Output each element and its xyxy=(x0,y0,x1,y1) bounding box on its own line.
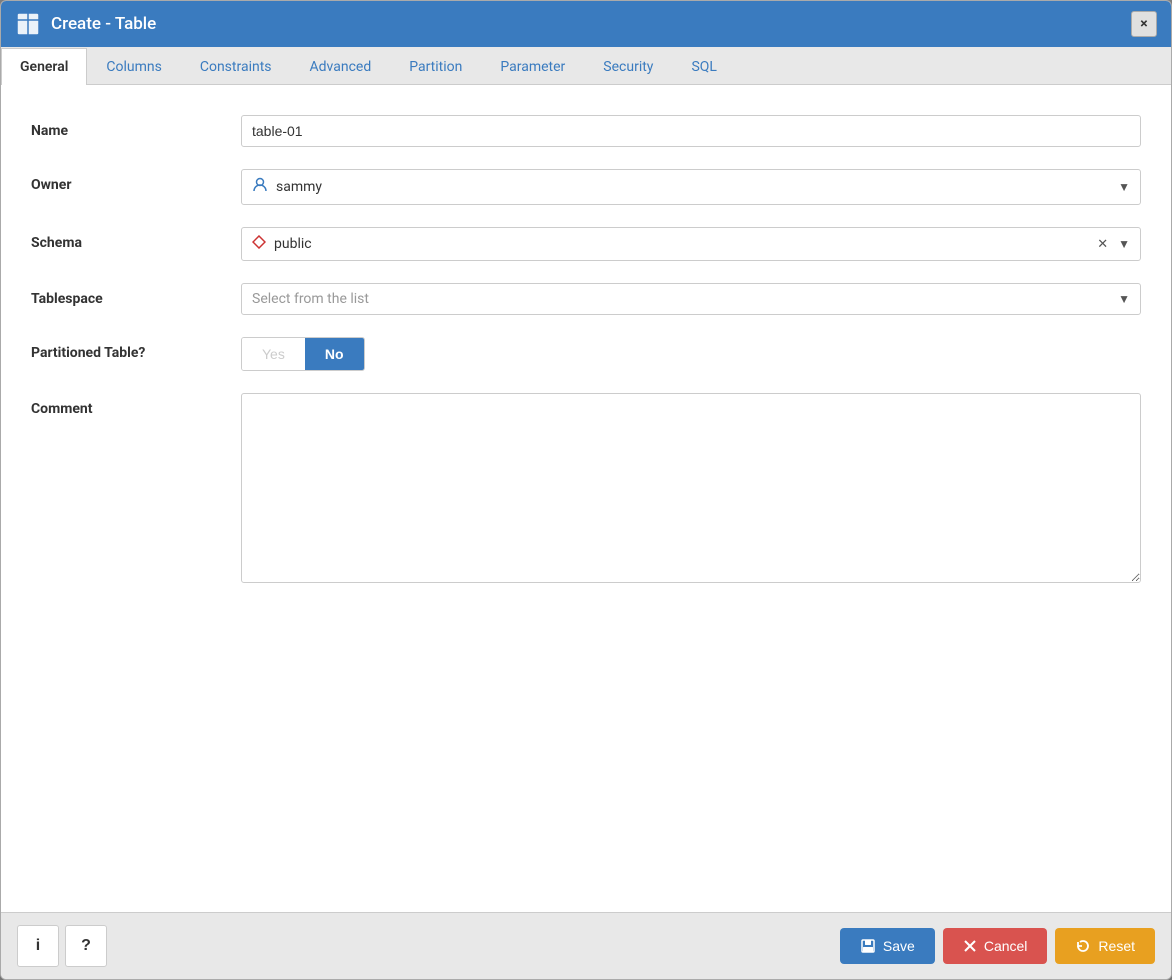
title-bar: Create - Table × xyxy=(1,1,1171,47)
save-button[interactable]: Save xyxy=(840,928,935,964)
name-input[interactable] xyxy=(241,115,1141,147)
comment-label: Comment xyxy=(31,393,241,417)
save-icon xyxy=(860,938,876,954)
cancel-icon xyxy=(963,939,977,953)
partitioned-toggle: Yes No xyxy=(241,337,365,371)
schema-icon xyxy=(252,235,266,253)
owner-row: Owner sammy ▼ xyxy=(31,169,1141,205)
owner-select[interactable]: sammy ▼ xyxy=(241,169,1141,205)
footer-right-buttons: Save Cancel Reset xyxy=(840,928,1155,964)
toggle-no-button[interactable]: No xyxy=(305,338,364,370)
name-control-wrap xyxy=(241,115,1141,147)
dialog-title: Create - Table xyxy=(51,14,156,34)
toggle-yes-button[interactable]: Yes xyxy=(242,338,305,370)
create-table-dialog: Create - Table × General Columns Constra… xyxy=(0,0,1172,980)
comment-row: Comment xyxy=(31,393,1141,587)
tab-sql[interactable]: SQL xyxy=(672,48,735,85)
schema-control-wrap: public ✕ ▼ xyxy=(241,227,1141,261)
tabs-container: General Columns Constraints Advanced Par… xyxy=(1,47,1171,85)
owner-control-wrap: sammy ▼ xyxy=(241,169,1141,205)
close-button[interactable]: × xyxy=(1131,11,1157,37)
tab-columns[interactable]: Columns xyxy=(87,48,180,85)
schema-clear-button[interactable]: ✕ xyxy=(1095,237,1110,252)
tablespace-control-wrap: Select from the list ▼ xyxy=(241,283,1141,315)
name-row: Name xyxy=(31,115,1141,147)
tablespace-dropdown-arrow: ▼ xyxy=(1118,292,1130,306)
tab-constraints[interactable]: Constraints xyxy=(181,48,291,85)
reset-icon xyxy=(1075,938,1091,954)
partitioned-label: Partitioned Table? xyxy=(31,337,241,361)
name-label: Name xyxy=(31,115,241,139)
tab-parameter[interactable]: Parameter xyxy=(481,48,584,85)
title-bar-left: Create - Table xyxy=(15,11,156,37)
form-content: Name Owner sammy ▼ xyxy=(1,85,1171,912)
info-button[interactable]: i xyxy=(17,925,59,967)
tab-general[interactable]: General xyxy=(1,48,87,85)
tab-partition[interactable]: Partition xyxy=(390,48,481,85)
tablespace-placeholder: Select from the list xyxy=(252,291,1118,307)
schema-value: public xyxy=(274,236,1087,252)
partitioned-control-wrap: Yes No xyxy=(241,337,1141,371)
owner-dropdown-arrow: ▼ xyxy=(1118,180,1130,194)
user-icon xyxy=(252,177,268,197)
schema-dropdown-arrow: ▼ xyxy=(1118,237,1130,251)
reset-label: Reset xyxy=(1098,938,1135,954)
owner-label: Owner xyxy=(31,169,241,193)
help-button[interactable]: ? xyxy=(65,925,107,967)
schema-select[interactable]: public ✕ ▼ xyxy=(241,227,1141,261)
footer: i ? Save Cancel xyxy=(1,912,1171,979)
schema-label: Schema xyxy=(31,227,241,251)
tablespace-row: Tablespace Select from the list ▼ xyxy=(31,283,1141,315)
tablespace-select[interactable]: Select from the list ▼ xyxy=(241,283,1141,315)
comment-textarea[interactable] xyxy=(241,393,1141,583)
save-label: Save xyxy=(883,938,915,954)
partitioned-row: Partitioned Table? Yes No xyxy=(31,337,1141,371)
comment-control-wrap xyxy=(241,393,1141,587)
table-icon xyxy=(15,11,41,37)
tab-advanced[interactable]: Advanced xyxy=(291,48,391,85)
tab-security[interactable]: Security xyxy=(584,48,672,85)
schema-row: Schema public ✕ ▼ xyxy=(31,227,1141,261)
cancel-label: Cancel xyxy=(984,938,1028,954)
cancel-button[interactable]: Cancel xyxy=(943,928,1048,964)
owner-value: sammy xyxy=(276,179,1110,195)
reset-button[interactable]: Reset xyxy=(1055,928,1155,964)
footer-left-buttons: i ? xyxy=(17,925,107,967)
tablespace-label: Tablespace xyxy=(31,283,241,307)
